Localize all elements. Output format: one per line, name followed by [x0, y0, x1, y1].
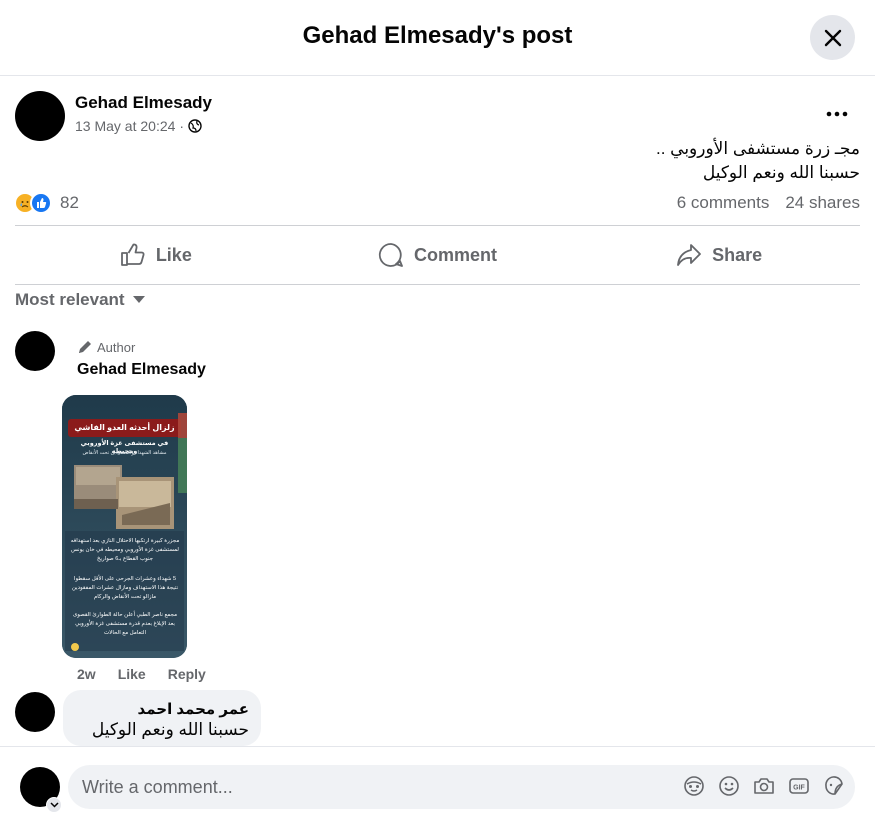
emoji-icon [719, 776, 739, 796]
like-button[interactable]: Like [15, 226, 297, 284]
shares-count-link[interactable]: 24 shares [785, 193, 860, 213]
more-options-icon [826, 111, 848, 117]
comment-button[interactable]: Comment [297, 226, 579, 284]
comment-composer: GIF [0, 746, 875, 832]
reaction-count: 82 [60, 193, 79, 212]
comments-count-link[interactable]: 6 comments [677, 193, 770, 213]
image-paragraph: 5 شهداء وعشرات الجرحى على الأقل سقطوا نت… [71, 576, 179, 600]
camera-icon [754, 778, 774, 794]
dialog-header: Gehad Elmesady's post [0, 0, 875, 76]
post-action-bar: Like Comment Share [15, 225, 860, 285]
comment-input[interactable] [82, 765, 662, 809]
comment-time[interactable]: 2w [77, 666, 96, 682]
comment-reply-button[interactable]: Reply [168, 666, 206, 682]
sort-label: Most relevant [15, 290, 125, 309]
globe-icon [188, 119, 202, 133]
emoji-button[interactable] [718, 775, 740, 797]
engagement-counts: 6 comments 24 shares [677, 193, 860, 213]
comment-input-container: GIF [68, 765, 855, 809]
gif-icon: GIF [789, 778, 809, 794]
post-author-name[interactable]: Gehad Elmesady [75, 93, 212, 113]
like-reaction-icon [30, 192, 52, 214]
avatar-sticker-button[interactable] [683, 775, 705, 797]
profile-switcher-button[interactable] [46, 797, 62, 813]
chevron-down-icon [49, 802, 59, 808]
image-paragraph: مجمع ناصر الطبي أعلن حالة الطوارئ القصوى… [72, 612, 178, 636]
comment-image[interactable]: زلزال أحدثه العدو الفاشي في مستشفى غزة ا… [62, 395, 187, 658]
post-text-line: حسبنا الله ونعم الوكيل [702, 163, 860, 182]
post-meta: 13 May at 20:24 · [75, 118, 202, 134]
caret-down-icon [132, 296, 145, 303]
gif-button[interactable]: GIF [788, 775, 810, 797]
close-icon [824, 29, 841, 46]
share-icon [677, 244, 702, 266]
commenter-avatar[interactable] [15, 692, 55, 732]
post-author-avatar[interactable] [15, 91, 65, 141]
comment-actions: 2w Like Reply [77, 666, 206, 682]
comment-like-button[interactable]: Like [118, 666, 146, 682]
comment-sort-dropdown[interactable]: Most relevant [15, 290, 145, 310]
close-button[interactable] [810, 15, 855, 60]
image-paragraph: مجزرة كبيرة ارتكبها الاحتلال النازي بعد … [70, 538, 180, 562]
comment-bubble: عمر محمد احمد حسبنا الله ونعم الوكيل [63, 690, 261, 746]
post-timestamp[interactable]: 13 May at 20:24 [75, 118, 175, 134]
image-headline: زلزال أحدثه العدو الفاشي [74, 423, 175, 432]
post-text: مجـ زرة مستشفى الأوروبي .. حسبنا الله ون… [656, 137, 860, 185]
comment-text: حسبنا الله ونعم الوكيل [91, 720, 249, 739]
thumbs-up-icon [120, 243, 145, 266]
sticker-icon [825, 776, 843, 795]
sticker-button[interactable] [823, 775, 845, 797]
like-label: Like [155, 244, 192, 265]
commenter-name[interactable]: عمر محمد احمد [75, 700, 249, 720]
composer-tools: GIF [683, 775, 845, 797]
camera-button[interactable] [753, 775, 775, 797]
pencil-icon [79, 341, 91, 353]
dialog-title: Gehad Elmesady's post [302, 22, 573, 49]
post-text-line: مجـ زرة مستشفى الأوروبي .. [655, 139, 860, 158]
svg-text:GIF: GIF [793, 785, 805, 792]
share-button[interactable]: Share [578, 226, 860, 284]
comment-icon [378, 243, 403, 267]
author-badge-label: Author [97, 339, 136, 355]
meta-separator: · [179, 118, 185, 134]
comment-label: Comment [414, 244, 498, 265]
reactions-summary[interactable]: 82 [14, 192, 79, 214]
image-subhead-2: مشاهد الشهداء والمفقودين تحت الأنقاض [82, 450, 167, 456]
share-label: Share [712, 244, 763, 265]
avatar-sticker-icon [684, 776, 704, 796]
commenter-name[interactable]: Gehad Elmesady [77, 361, 206, 379]
commenter-avatar[interactable] [15, 331, 55, 371]
author-badge: Author [77, 339, 135, 355]
more-options-button[interactable] [818, 100, 856, 128]
